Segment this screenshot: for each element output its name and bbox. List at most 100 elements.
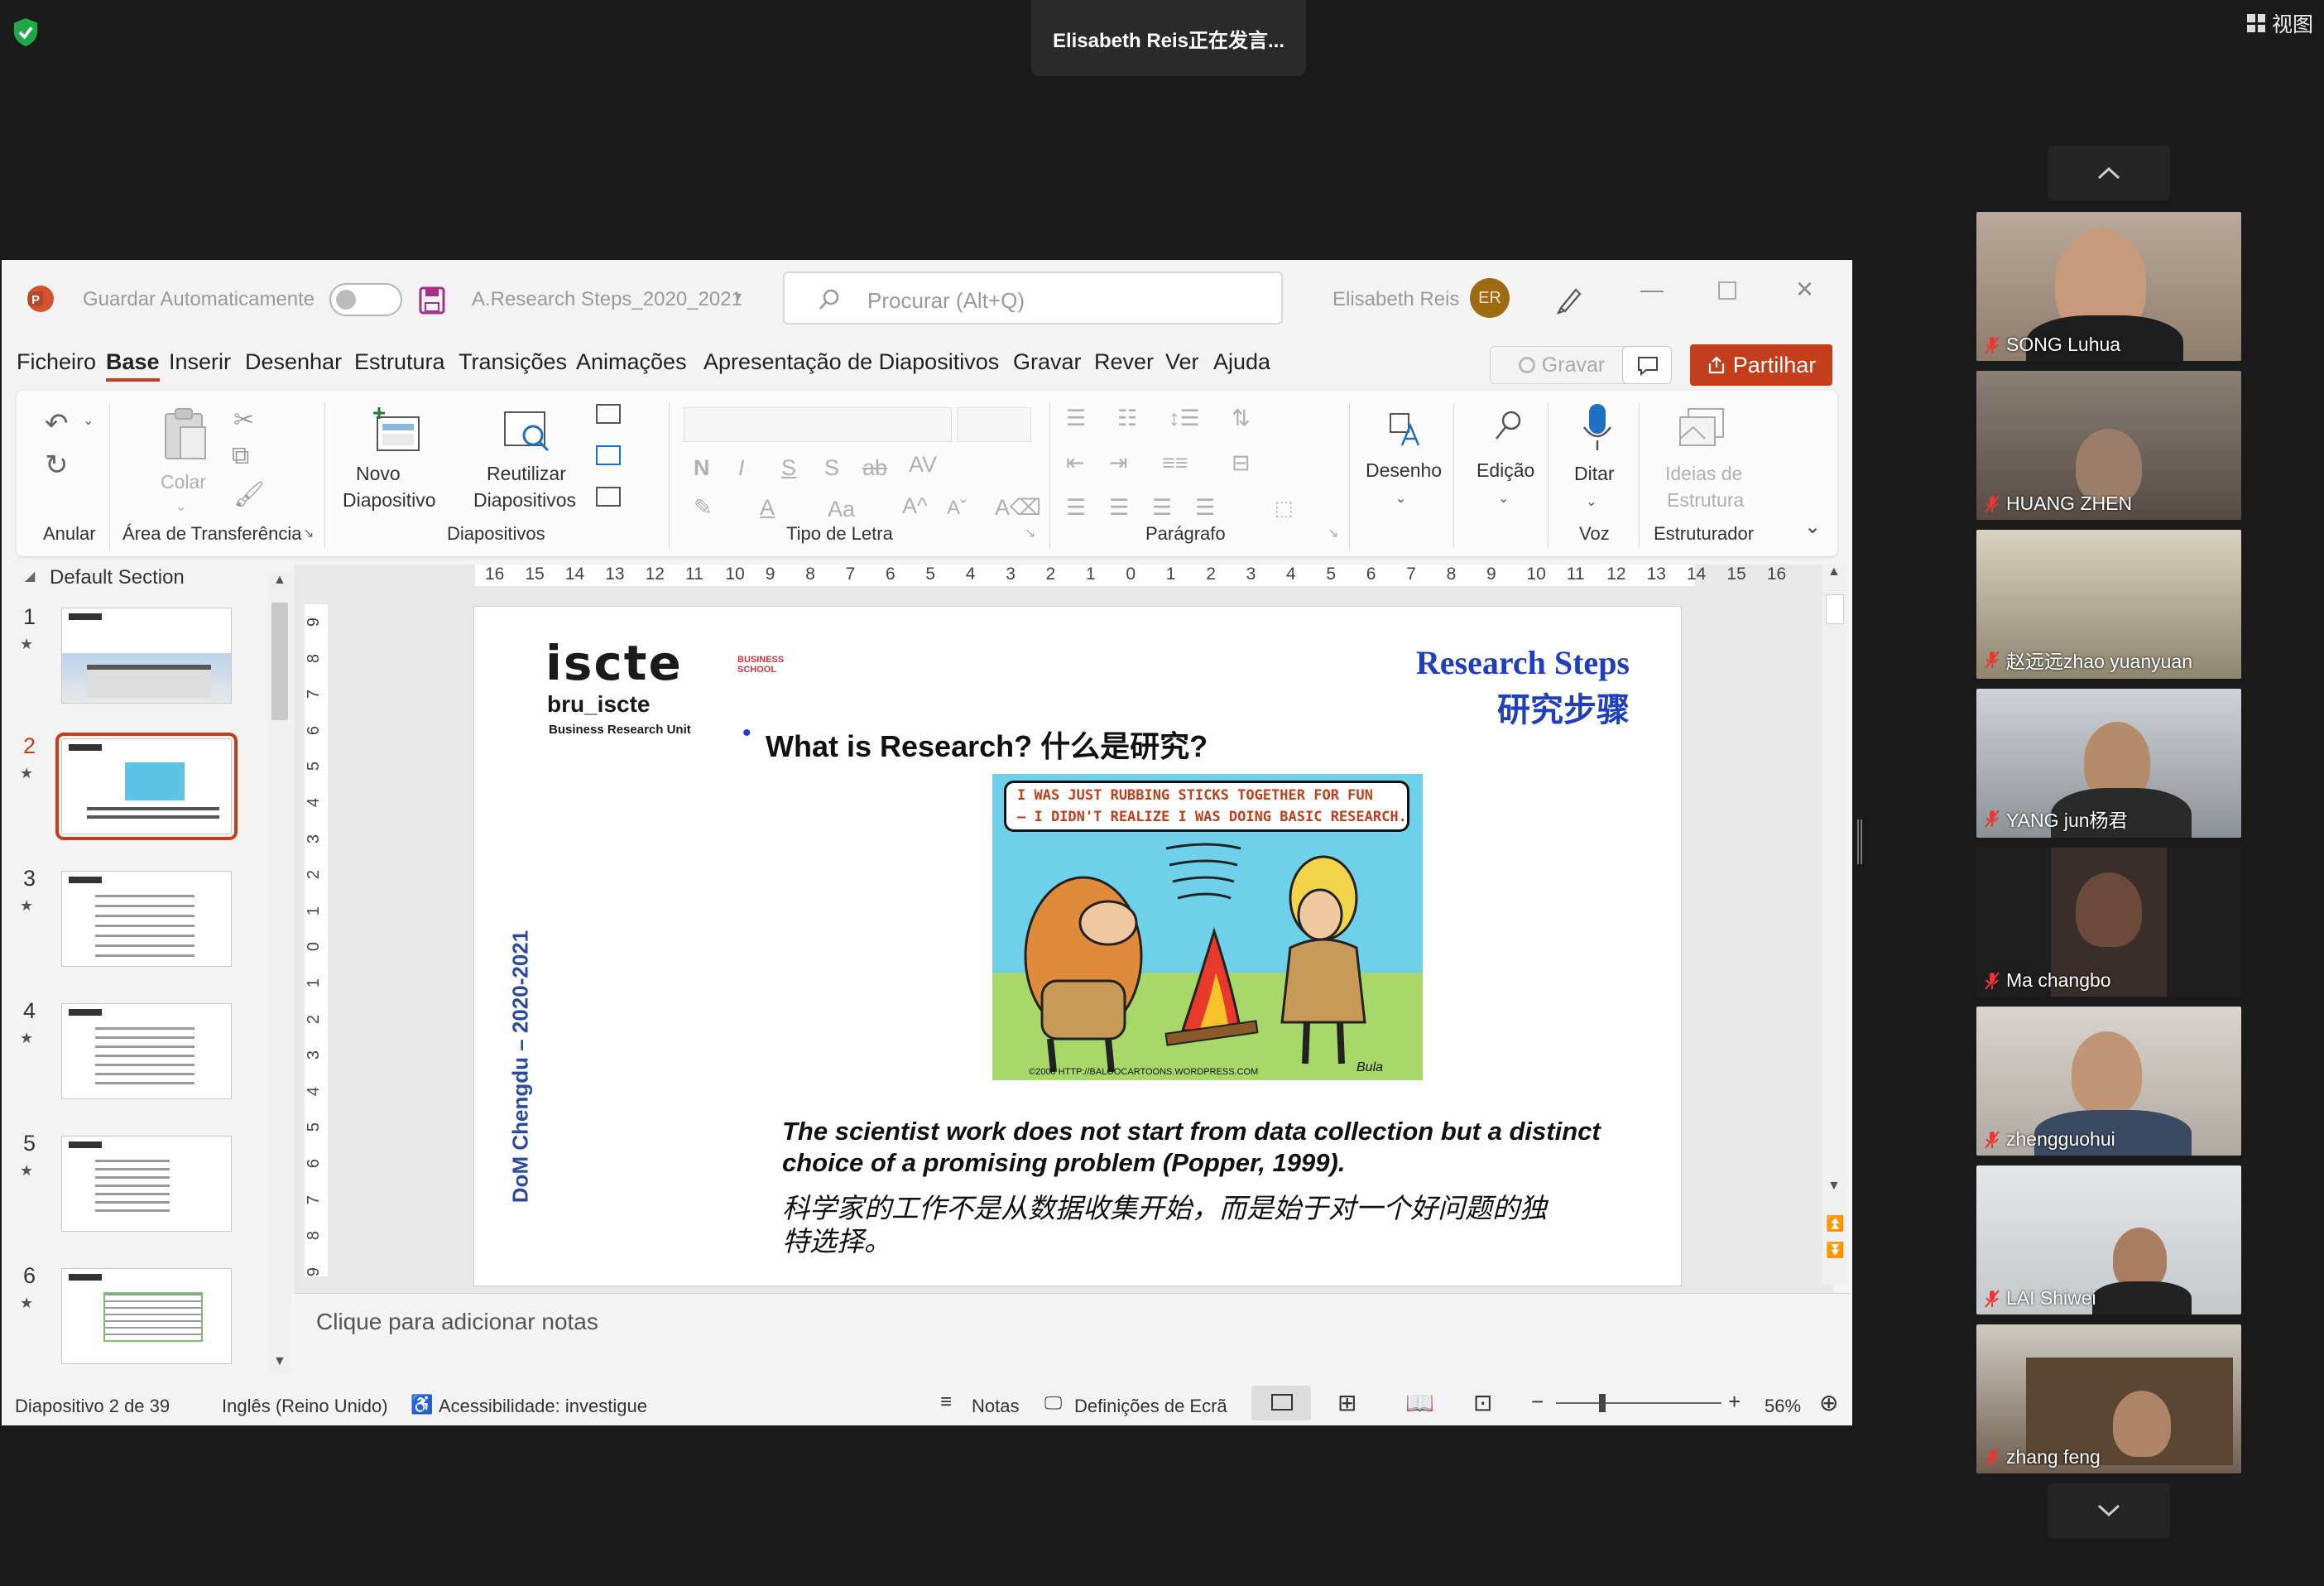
smartart-icon[interactable]: ⬚ <box>1275 497 1294 521</box>
participant-tile[interactable]: zhengguohui <box>1976 1007 2241 1156</box>
tab-gravar[interactable]: Gravar <box>1013 349 1082 375</box>
section-collapse-icon[interactable]: ◢ <box>25 568 35 584</box>
tab-ajuda[interactable]: Ajuda <box>1213 349 1270 375</box>
scrollbar-thumb[interactable] <box>271 603 288 720</box>
editing-label[interactable]: Edição <box>1477 457 1534 483</box>
chevron-down-icon[interactable]: ⌄ <box>1498 490 1509 507</box>
grow-font-icon[interactable]: A^ <box>902 493 928 519</box>
tab-inserir[interactable]: Inserir <box>169 349 231 375</box>
italic-icon[interactable]: I <box>738 455 745 481</box>
previous-slide-icon[interactable]: ⏫ <box>1826 1215 1844 1233</box>
gallery-scroll-down-button[interactable] <box>2048 1483 2170 1538</box>
paste-icon[interactable] <box>162 407 209 462</box>
new-slide-label-1[interactable]: Novo <box>356 460 401 487</box>
copy-icon[interactable]: ⧉ <box>232 442 249 470</box>
new-slide-label-2[interactable]: Diapositivo <box>343 487 436 513</box>
display-settings-button[interactable]: Definições de Ecrã <box>1074 1396 1227 1417</box>
slide-thumbnail-5[interactable] <box>61 1136 232 1232</box>
participant-tile[interactable]: LAI Shiwei <box>1976 1165 2241 1314</box>
slide-thumbnail-1[interactable] <box>61 608 232 704</box>
dialog-launcher-icon[interactable]: ↘ <box>1025 525 1035 541</box>
zoom-slider[interactable] <box>1556 1394 1721 1412</box>
save-icon[interactable] <box>419 286 445 315</box>
chevron-down-icon[interactable]: ⌄ <box>83 412 94 429</box>
align-center-icon[interactable]: ☰ <box>1109 495 1129 521</box>
undo-icon[interactable]: ↶ <box>45 407 69 440</box>
restore-icon[interactable] <box>1718 281 1736 300</box>
redo-icon[interactable]: ↻ <box>45 449 69 482</box>
slide-thumbnail-4[interactable] <box>61 1003 232 1099</box>
pen-icon[interactable] <box>1554 283 1586 315</box>
increase-indent-icon[interactable]: ⇥ <box>1109 450 1128 476</box>
columns-icon[interactable]: ≡≡ <box>1162 450 1188 476</box>
record-button[interactable]: Gravar <box>1490 346 1634 384</box>
zoom-level[interactable]: 56% <box>1765 1396 1801 1417</box>
tab-desenhar[interactable]: Desenhar <box>245 349 342 375</box>
fit-to-window-icon[interactable]: ⊕ <box>1819 1389 1838 1416</box>
search-edit-icon[interactable] <box>1491 409 1525 445</box>
font-name-select[interactable] <box>684 407 952 442</box>
drawing-shapes-icon[interactable] <box>1387 411 1424 449</box>
zoom-out-icon[interactable]: − <box>1531 1389 1544 1415</box>
dialog-launcher-icon[interactable]: ↘ <box>1328 525 1338 541</box>
tab-base[interactable]: Base <box>106 349 160 382</box>
text-direction-icon[interactable]: ⇅ <box>1232 406 1251 431</box>
section-name[interactable]: Default Section <box>50 566 185 589</box>
normal-view-button[interactable] <box>1251 1386 1311 1420</box>
scrollbar-thumb[interactable] <box>1826 594 1844 624</box>
strikethrough-icon[interactable]: ab <box>862 455 887 481</box>
reuse-slides-label-2[interactable]: Diapositivos <box>473 487 576 513</box>
chevron-down-icon[interactable]: ▾ <box>735 288 742 305</box>
zoom-in-icon[interactable]: + <box>1728 1389 1741 1415</box>
share-button[interactable]: Partilhar <box>1690 344 1832 386</box>
reset-icon[interactable] <box>596 445 621 465</box>
slide-canvas[interactable]: iscte BUSINESS SCHOOL bru_iscte Business… <box>473 606 1682 1286</box>
notes-button[interactable]: Notas <box>972 1396 1019 1417</box>
notes-placeholder[interactable]: Clique para adicionar notas <box>316 1309 598 1335</box>
search-box[interactable]: Procurar (Alt+Q) <box>783 272 1283 324</box>
minimize-icon[interactable]: — <box>1640 276 1664 303</box>
user-avatar[interactable]: ER <box>1470 278 1510 318</box>
decrease-indent-icon[interactable]: ⇤ <box>1066 450 1085 476</box>
line-spacing-icon[interactable]: ↕☰ <box>1169 406 1200 431</box>
participant-tile[interactable]: Ma changbo <box>1976 848 2241 997</box>
thumbnails-scrollbar[interactable]: ▲ ▼ <box>268 573 291 1374</box>
justify-icon[interactable]: ☰ <box>1195 495 1215 521</box>
layout-icon[interactable] <box>596 404 621 424</box>
chevron-down-icon[interactable]: ⌄ <box>1586 493 1597 510</box>
slide-thumbnail-2[interactable] <box>55 733 238 840</box>
chevron-down-icon[interactable]: ⌄ <box>175 498 186 515</box>
font-color-icon[interactable]: A <box>760 495 775 521</box>
drawing-label[interactable]: Desenho <box>1366 457 1442 483</box>
shadow-icon[interactable]: S <box>824 455 839 481</box>
underline-icon[interactable]: S <box>781 455 796 481</box>
char-spacing-icon[interactable]: AV <box>909 452 937 478</box>
format-painter-icon[interactable]: 🖌 <box>233 480 265 509</box>
change-case-icon[interactable]: Aa <box>828 497 855 522</box>
scroll-down-icon[interactable]: ▼ <box>1827 1179 1841 1194</box>
designer-label-1[interactable]: Ideias de <box>1665 460 1742 487</box>
language-status[interactable]: Inglês (Reino Unido) <box>222 1396 388 1417</box>
gallery-scroll-up-button[interactable] <box>2048 146 2170 200</box>
numbering-icon[interactable]: ☷ <box>1117 406 1137 431</box>
tab-ver[interactable]: Ver <box>1165 349 1199 375</box>
split-resize-handle[interactable] <box>1857 819 1862 864</box>
section-icon[interactable] <box>596 487 621 507</box>
slide-sorter-icon[interactable]: ⊞ <box>1337 1389 1356 1416</box>
align-left-icon[interactable]: ☰ <box>1066 495 1086 521</box>
scroll-down-icon[interactable]: ▼ <box>273 1354 286 1369</box>
highlight-icon[interactable]: ✎ <box>694 495 713 521</box>
participant-tile[interactable]: HUANG ZHEN <box>1976 371 2241 520</box>
view-button[interactable]: 视图 <box>2247 8 2313 38</box>
microphone-icon[interactable] <box>1581 402 1614 454</box>
tab-rever[interactable]: Rever <box>1094 349 1154 375</box>
scroll-up-icon[interactable]: ▲ <box>273 573 286 588</box>
zoom-slider-thumb[interactable] <box>1599 1394 1606 1412</box>
designer-icon[interactable] <box>1677 406 1726 452</box>
tab-ficheiro[interactable]: Ficheiro <box>17 349 96 375</box>
reuse-slides-label-1[interactable]: Reutilizar <box>487 460 566 487</box>
dialog-launcher-icon[interactable]: ↘ <box>303 525 314 541</box>
slideshow-icon[interactable]: ⊡ <box>1473 1389 1492 1416</box>
slide-thumbnail-3[interactable] <box>61 871 232 967</box>
file-name[interactable]: A.Research Steps_2020_2021 <box>472 288 742 311</box>
